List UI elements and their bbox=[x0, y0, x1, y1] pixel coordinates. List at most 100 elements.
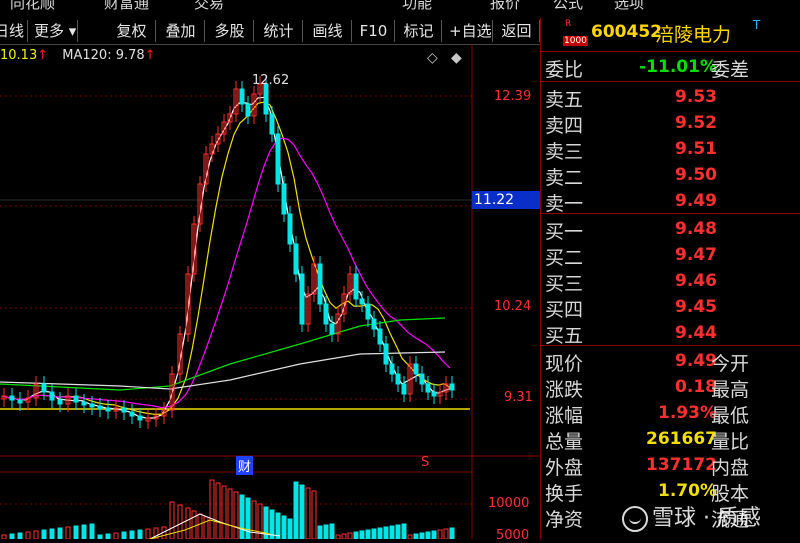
buy-row-5[interactable]: 买五 9.44 bbox=[541, 320, 800, 347]
buy-row-1-value: 9.48 bbox=[675, 219, 717, 239]
quote-row[interactable]: 涨跌 0.18 最高 bbox=[541, 374, 800, 401]
volume-bar bbox=[389, 525, 395, 539]
volume-bar bbox=[185, 507, 191, 539]
buy-row-1-label: 买一 bbox=[545, 221, 584, 243]
volume-bar bbox=[129, 530, 135, 539]
multi-stock-button[interactable]: 多股 bbox=[206, 20, 254, 42]
candle-body bbox=[353, 273, 359, 300]
volume-bars bbox=[1, 479, 455, 539]
chart-toolbar: 日线 更多 ▾ 复权 叠加 多股 统计 画线 F10 标记 +自选 返回 bbox=[0, 18, 540, 45]
menu-caifutong[interactable]: 财富通 bbox=[104, 0, 149, 13]
volume-bar bbox=[323, 524, 329, 539]
sell-row-1[interactable]: 卖一 9.49 bbox=[541, 188, 800, 215]
weibi-row: 委比 -11.01% 委差 bbox=[541, 54, 800, 81]
volume-bar bbox=[89, 523, 95, 539]
volume-bar bbox=[335, 534, 341, 539]
menu-quote[interactable]: 报价 bbox=[490, 0, 520, 13]
volume-bar bbox=[299, 484, 305, 539]
quote-row[interactable]: 现价 9.49 今开 bbox=[541, 348, 800, 375]
sell-row-3[interactable]: 卖三 9.51 bbox=[541, 136, 800, 163]
volume-bar bbox=[239, 494, 245, 539]
volume-bar bbox=[287, 518, 293, 539]
volume-bar bbox=[401, 523, 407, 539]
volume-bar bbox=[25, 531, 31, 539]
volume-bar bbox=[97, 534, 103, 539]
volume-bar bbox=[443, 528, 449, 539]
candle-body bbox=[9, 395, 15, 401]
volume-bar bbox=[281, 515, 287, 539]
candle-body bbox=[287, 213, 293, 245]
s-marker[interactable]: S bbox=[421, 455, 429, 470]
kline-chart[interactable] bbox=[0, 44, 540, 539]
quote-row[interactable]: 外盘 137172 内盘 bbox=[541, 452, 800, 479]
volume-bar bbox=[105, 533, 111, 539]
candle-body bbox=[239, 88, 245, 105]
candle-body bbox=[269, 113, 275, 135]
price-axis-label: 10.24 bbox=[494, 299, 532, 314]
period-button[interactable]: 日线 bbox=[0, 20, 28, 42]
overlay-button[interactable]: 叠加 bbox=[157, 20, 205, 42]
sell-row-5[interactable]: 卖五 9.53 bbox=[541, 84, 800, 111]
volume-bar bbox=[245, 497, 251, 539]
back-button[interactable]: 返回 bbox=[494, 20, 540, 42]
quote-row-value: 137172 bbox=[646, 455, 717, 475]
volume-bar bbox=[65, 526, 71, 539]
menu-function[interactable]: 功能 bbox=[402, 0, 432, 13]
mark-button[interactable]: 标记 bbox=[396, 20, 442, 42]
candle-body bbox=[413, 363, 419, 375]
stats-button[interactable]: 统计 bbox=[255, 20, 303, 42]
quote-row-label: 涨幅 bbox=[545, 405, 584, 427]
more-button[interactable]: 更多 ▾ bbox=[28, 20, 78, 42]
price-axis-label: 9.31 bbox=[504, 390, 533, 405]
f10-button[interactable]: F10 bbox=[353, 20, 395, 42]
volume-bar bbox=[425, 531, 431, 539]
volume-bar bbox=[317, 525, 323, 539]
quote-row[interactable]: 涨幅 1.93% 最低 bbox=[541, 400, 800, 427]
quote-row-label2: 最低 bbox=[711, 405, 750, 427]
candle-body bbox=[97, 405, 103, 410]
volume-bar bbox=[311, 490, 317, 539]
candle-body bbox=[383, 343, 389, 365]
volume-bar bbox=[57, 527, 63, 539]
volume-bar bbox=[377, 527, 383, 539]
buy-row-1[interactable]: 买一 9.48 bbox=[541, 216, 800, 243]
buy-row-4[interactable]: 买四 9.45 bbox=[541, 294, 800, 321]
candle-body bbox=[281, 183, 287, 215]
menu-trade[interactable]: 交易 bbox=[194, 0, 224, 13]
sell-row-4[interactable]: 卖四 9.52 bbox=[541, 110, 800, 137]
high-price-label: 12.62 bbox=[252, 73, 290, 88]
top-menu: 同花顺 财富通 交易 功能 报价 公式 选项 bbox=[0, 0, 800, 12]
buy-row-2-value: 9.47 bbox=[675, 245, 717, 265]
volume-bar bbox=[1, 534, 7, 539]
buy-row-3[interactable]: 买三 9.46 bbox=[541, 268, 800, 295]
candle-body bbox=[449, 383, 455, 391]
buy-row-4-value: 9.45 bbox=[675, 297, 717, 317]
volume-bar bbox=[359, 530, 365, 539]
menu-options[interactable]: 选项 bbox=[614, 0, 644, 13]
candle-body bbox=[329, 323, 335, 335]
sell-row-3-value: 9.51 bbox=[675, 139, 717, 159]
volume-bar bbox=[365, 529, 371, 539]
volume-bar bbox=[329, 523, 335, 539]
volume-bar bbox=[341, 533, 347, 539]
menu-tonghuashun[interactable]: 同花顺 bbox=[10, 0, 55, 13]
r-num: 1000 bbox=[563, 36, 588, 46]
fuquan-button[interactable]: 复权 bbox=[108, 20, 156, 42]
buy-row-2[interactable]: 买二 9.47 bbox=[541, 242, 800, 269]
candle-body bbox=[365, 303, 371, 320]
divider bbox=[541, 81, 800, 82]
ma120-line bbox=[0, 351, 446, 390]
volume-bar bbox=[383, 526, 389, 539]
sell-row-2[interactable]: 卖二 9.50 bbox=[541, 162, 800, 189]
stock-name: 涪陵电力 bbox=[655, 24, 732, 46]
menu-formula[interactable]: 公式 bbox=[553, 0, 583, 13]
volume-bar bbox=[215, 482, 221, 539]
candle-body bbox=[317, 263, 323, 305]
candle-body bbox=[323, 303, 329, 325]
draw-line-button[interactable]: 画线 bbox=[304, 20, 352, 42]
volume-bar bbox=[41, 529, 47, 539]
quote-row[interactable]: 总量 261667 量比 bbox=[541, 426, 800, 453]
candle-body bbox=[17, 399, 23, 404]
add-favorite-button[interactable]: +自选 bbox=[443, 20, 493, 42]
finance-report-marker[interactable]: 财 bbox=[236, 456, 254, 475]
